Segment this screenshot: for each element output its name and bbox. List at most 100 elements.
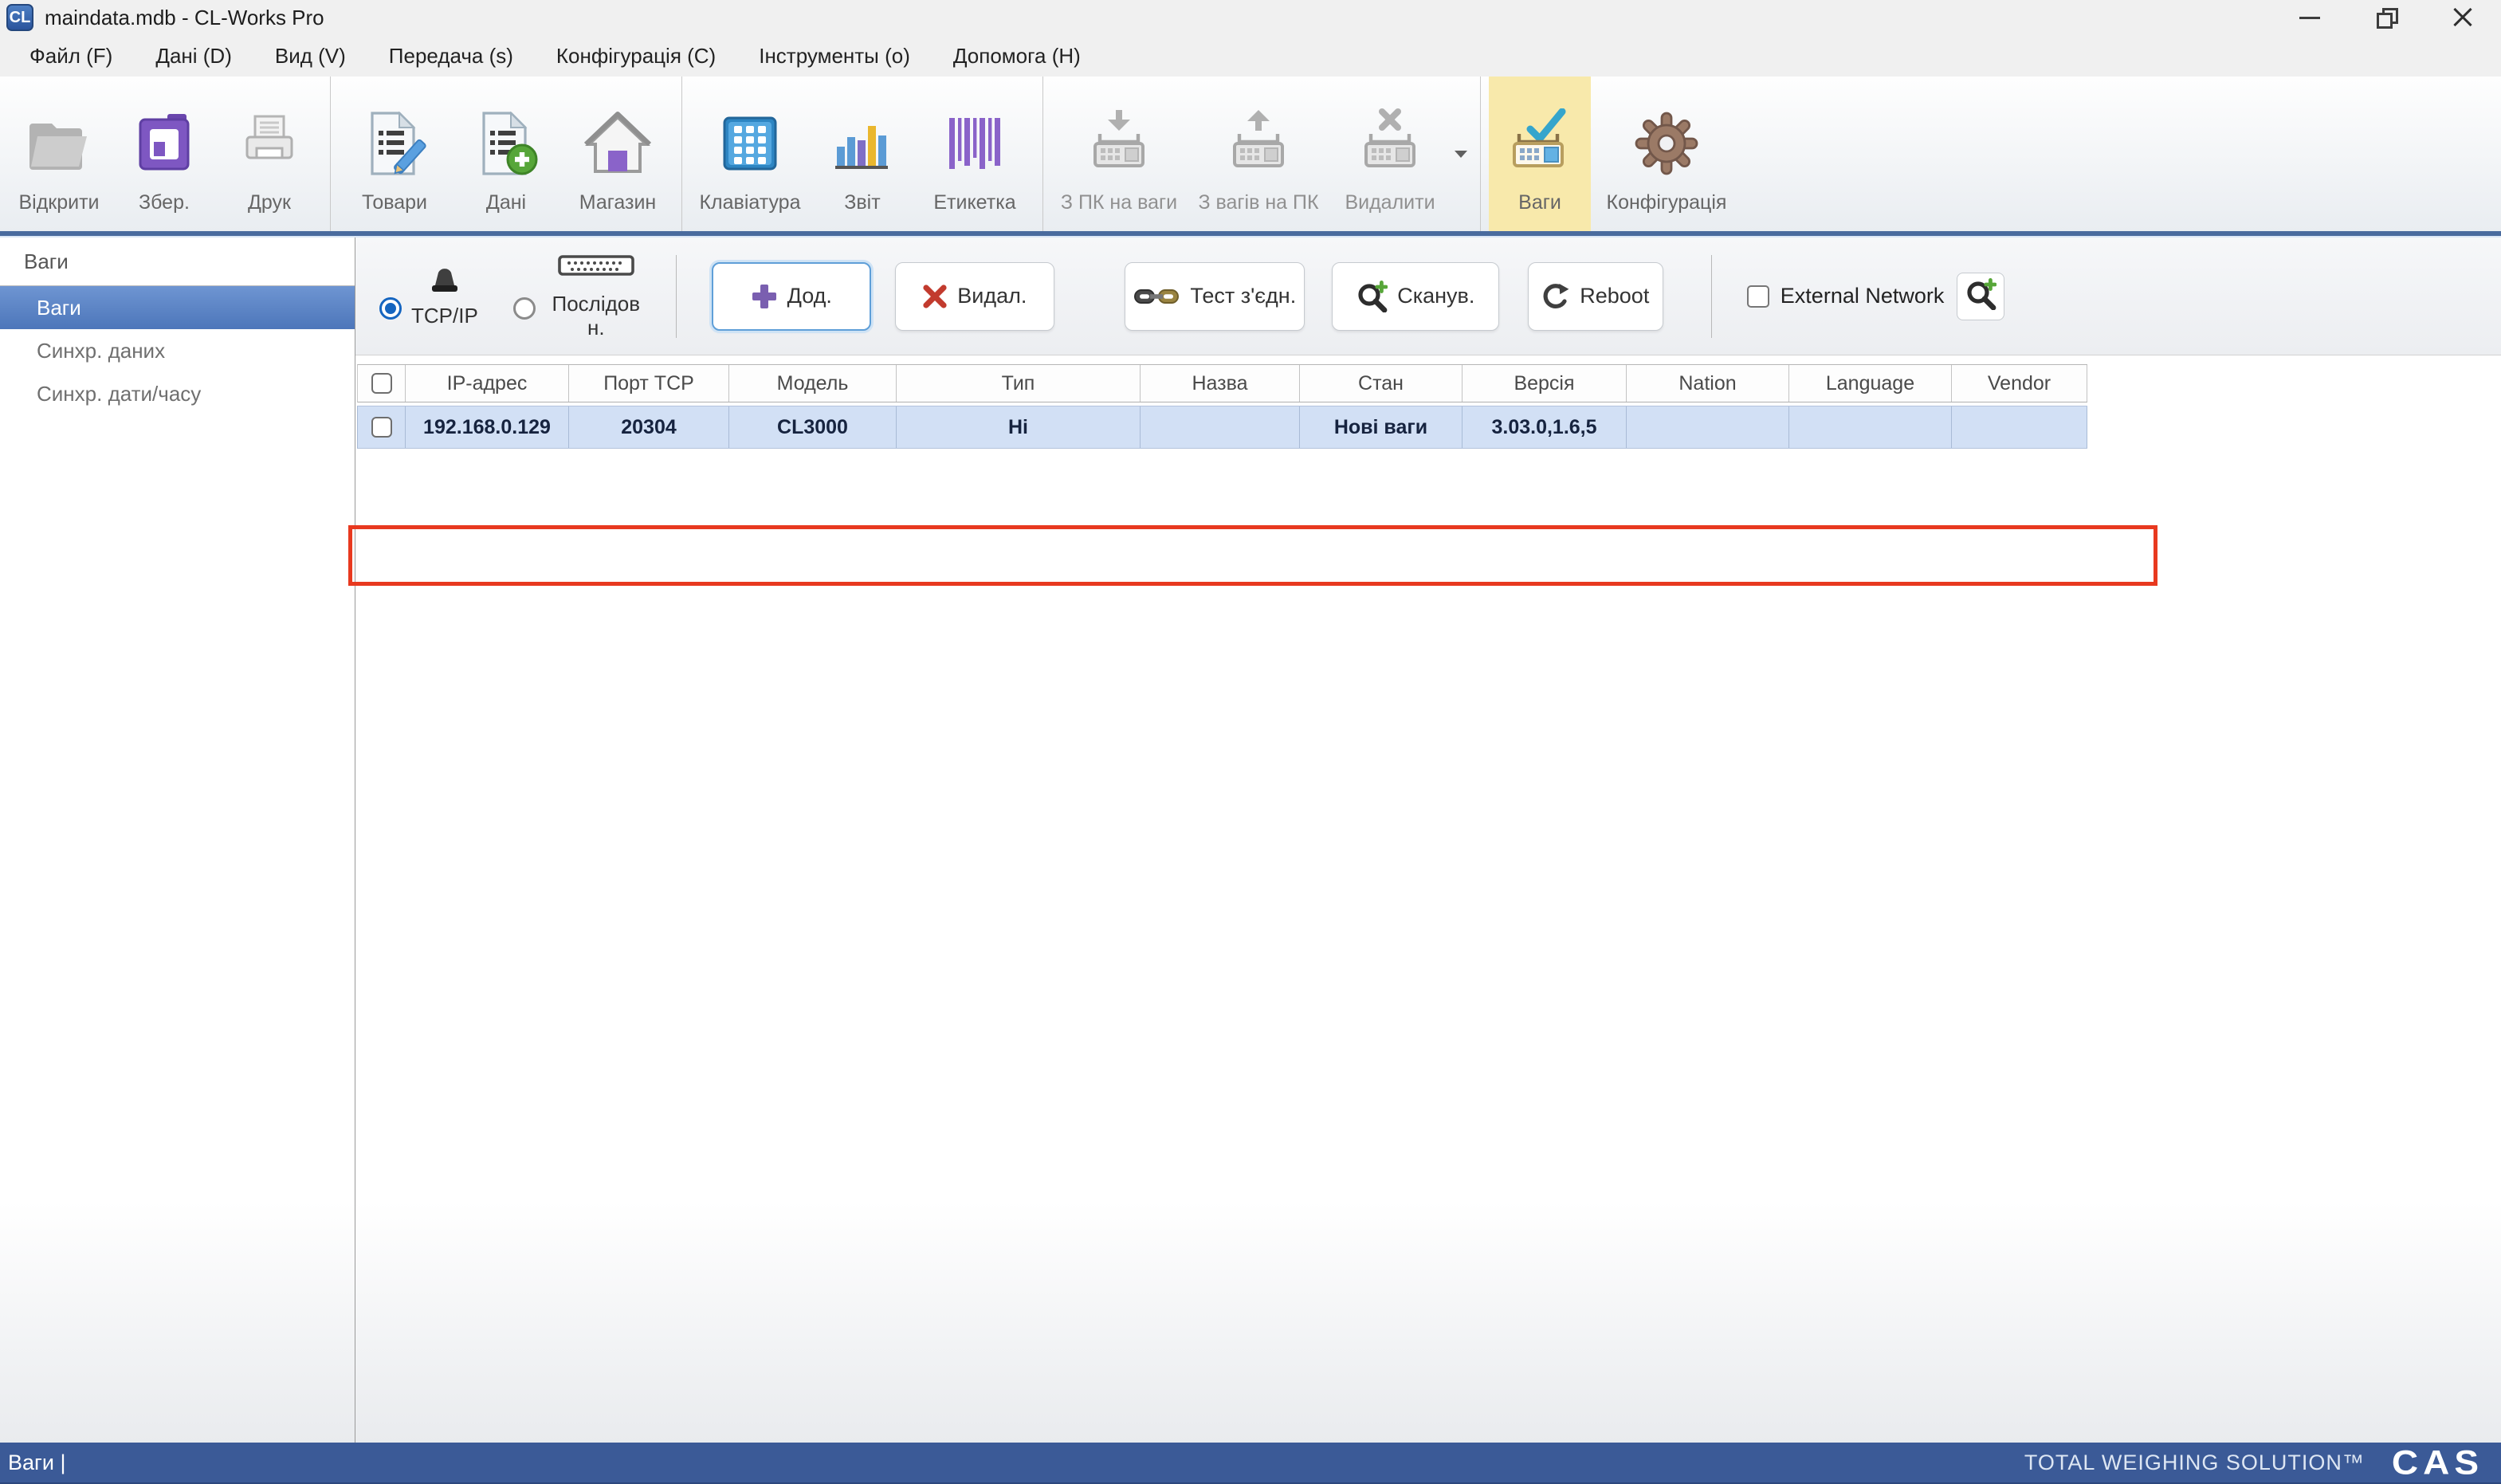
toolbar-print-button[interactable]: Друк — [217, 77, 322, 231]
chain-link-icon — [1133, 284, 1180, 309]
main-panel: TCP/IP — [355, 238, 2501, 1443]
keyboard-icon — [718, 96, 782, 191]
toolbar: Відкрити Збер. — [0, 77, 2501, 236]
sidebar: Ваги Ваги Синхр. даних Синхр. дати/часу — [0, 238, 355, 1443]
test-connection-button[interactable]: Тест з'єдн. — [1125, 262, 1305, 331]
slogan-text: TOTAL WEIGHING SOLUTION™ — [2024, 1451, 2365, 1475]
column-header-model[interactable]: Модель — [729, 365, 897, 402]
column-header-name[interactable]: Назва — [1141, 365, 1300, 402]
scale-upload-icon — [1223, 96, 1294, 191]
cell-ip: 192.168.0.129 — [406, 406, 569, 448]
scale-check-icon — [1505, 96, 1575, 191]
menu-data[interactable]: Дані (D) — [134, 44, 253, 69]
controls-divider — [676, 255, 677, 338]
delete-device-button[interactable]: Видал. — [895, 262, 1054, 331]
toolbar-report-button[interactable]: Звіт — [810, 77, 915, 231]
scale-delete-icon — [1355, 96, 1425, 191]
toolbar-separator — [681, 77, 682, 231]
column-header-type[interactable]: Тип — [897, 365, 1141, 402]
toolbar-store-button[interactable]: Магазин — [562, 77, 673, 231]
external-network-checkbox[interactable] — [1747, 285, 1769, 308]
minimize-button[interactable] — [2271, 0, 2348, 35]
column-header-state[interactable]: Стан — [1300, 365, 1463, 402]
toolbar-scale-to-pc-button[interactable]: З вагів на ПК — [1187, 77, 1330, 231]
toolbar-open-button[interactable]: Відкрити — [6, 77, 112, 231]
radio-selected-icon — [379, 297, 402, 320]
column-header-nation[interactable]: Nation — [1627, 365, 1789, 402]
add-button-label: Дод. — [787, 284, 832, 308]
close-button[interactable] — [2424, 0, 2501, 35]
column-header-ip[interactable]: IP-адрес — [406, 365, 569, 402]
toolbar-scales-button[interactable]: Ваги — [1489, 77, 1591, 231]
toolbar-save-button[interactable]: Збер. — [112, 77, 217, 231]
toolbar-separator — [1042, 77, 1043, 231]
toolbar-separator — [1480, 77, 1481, 231]
cell-version: 3.03.0,1.6,5 — [1463, 406, 1627, 448]
reboot-button[interactable]: Reboot — [1528, 262, 1663, 331]
cas-logo: CAS — [2392, 1443, 2483, 1482]
minimize-icon — [2299, 17, 2320, 19]
row-checkbox[interactable] — [371, 417, 392, 438]
reboot-button-label: Reboot — [1580, 284, 1649, 308]
external-network-scan-button[interactable] — [1957, 273, 2004, 320]
test-button-label: Тест з'єдн. — [1190, 284, 1296, 308]
row-select-cell — [358, 406, 406, 448]
plus-icon — [751, 283, 778, 310]
toolbar-products-button[interactable]: Товари — [339, 77, 450, 231]
sidebar-header: Ваги — [0, 238, 355, 286]
sidebar-item-sync-data[interactable]: Синхр. даних — [0, 329, 355, 372]
toolbar-keyboard-button[interactable]: Клавіатура — [690, 77, 810, 231]
cell-state: Нові ваги — [1300, 406, 1463, 448]
toolbar-delete-button[interactable]: Видалити — [1330, 77, 1450, 231]
column-header-version[interactable]: Версія — [1463, 365, 1627, 402]
controls-divider — [1711, 255, 1712, 338]
select-all-checkbox[interactable] — [371, 373, 392, 394]
restore-icon — [2377, 8, 2396, 27]
cell-model: CL3000 — [729, 406, 897, 448]
sidebar-item-scales[interactable]: Ваги — [0, 286, 355, 329]
menu-file[interactable]: Файл (F) — [8, 44, 134, 69]
column-header-vendor[interactable]: Vendor — [1952, 365, 2087, 402]
products-document-icon — [361, 96, 428, 191]
delete-button-label: Видал. — [957, 284, 1027, 308]
window-controls — [2271, 0, 2501, 35]
restore-button[interactable] — [2348, 0, 2424, 35]
reboot-icon — [1541, 282, 1570, 311]
column-header-language[interactable]: Language — [1789, 365, 1952, 402]
sidebar-item-sync-datetime[interactable]: Синхр. дати/часу — [0, 372, 355, 415]
radio-unselected-icon — [513, 297, 536, 320]
toolbar-label-button[interactable]: Етикетка — [915, 77, 1035, 231]
delete-dropdown-arrow[interactable] — [1450, 77, 1472, 231]
menu-configuration[interactable]: Конфігурація (C) — [535, 44, 737, 69]
status-bar: Ваги | TOTAL WEIGHING SOLUTION™ CAS — [0, 1443, 2501, 1484]
save-icon — [132, 96, 196, 191]
toolbar-data-button[interactable]: Дані — [450, 77, 562, 231]
toolbar-pc-to-scale-button[interactable]: З ПК на ваги — [1051, 77, 1187, 231]
tcpip-radio[interactable]: TCP/IP — [379, 265, 478, 328]
menu-bar: Файл (F) Дані (D) Вид (V) Передача (s) К… — [0, 35, 2501, 77]
search-plus-icon — [1356, 281, 1388, 312]
printer-icon — [238, 96, 301, 191]
menu-tools[interactable]: Інструменты (o) — [737, 44, 932, 69]
close-icon — [2452, 6, 2474, 29]
menu-view[interactable]: Вид (V) — [253, 44, 367, 69]
add-button[interactable]: Дод. — [712, 262, 871, 331]
serial-radio[interactable]: Послідовн. — [513, 252, 647, 340]
status-text: Ваги | — [8, 1451, 65, 1475]
app-logo-icon: CL — [6, 4, 33, 31]
menu-help[interactable]: Допомога (H) — [932, 44, 1102, 69]
scan-button[interactable]: Сканув. — [1332, 262, 1499, 331]
toolbar-configuration-button[interactable]: Конфігурація — [1591, 77, 1742, 231]
menu-transfer[interactable]: Передача (s) — [367, 44, 535, 69]
cell-type: Ні — [897, 406, 1141, 448]
serial-radio-label: Послідовн. — [545, 292, 647, 340]
gear-icon — [1633, 96, 1700, 191]
barcode-label-icon — [943, 96, 1007, 191]
x-icon — [922, 284, 948, 309]
scale-download-icon — [1084, 96, 1154, 191]
select-all-cell — [358, 365, 406, 402]
cell-vendor — [1952, 406, 2087, 448]
tcpip-radio-label: TCP/IP — [411, 304, 478, 328]
table-row[interactable]: 192.168.0.129 20304 CL3000 Ні Нові ваги … — [357, 406, 2087, 449]
column-header-port[interactable]: Порт TCP — [569, 365, 729, 402]
